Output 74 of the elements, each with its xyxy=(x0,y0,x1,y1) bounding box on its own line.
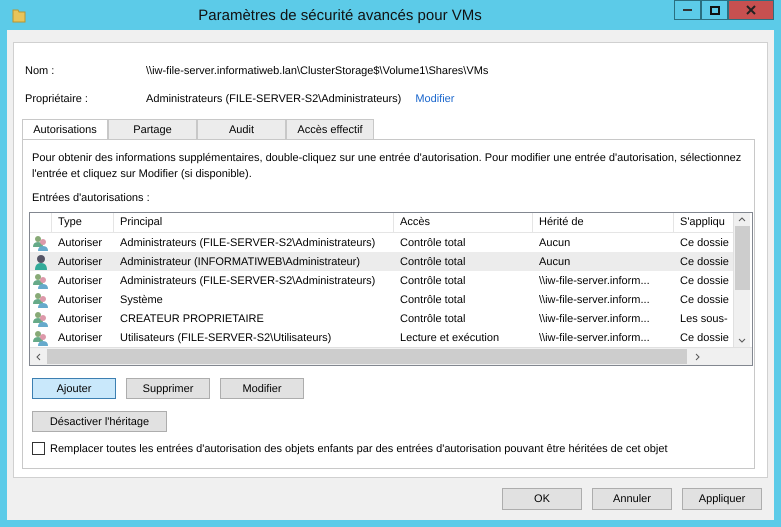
table-cell-text: Contrôle total xyxy=(399,274,466,286)
table-cell-text: Autoriser xyxy=(57,274,104,286)
table-cell-text: Contrôle total xyxy=(399,256,466,268)
dialog-button[interactable]: OK xyxy=(502,488,582,510)
checkbox[interactable] xyxy=(32,442,45,455)
dialog-button[interactable]: Appliquer xyxy=(682,488,762,510)
table-cell-text: Autoriser xyxy=(57,332,104,344)
table-cell-text: \\iw-file-server.inform... xyxy=(538,274,651,286)
column-header[interactable]: Hérité de xyxy=(533,213,674,232)
chevron-right-icon[interactable] xyxy=(695,352,700,360)
dialog-button[interactable]: Annuler xyxy=(592,488,672,510)
column-header[interactable]: Accès xyxy=(394,213,533,232)
name-label: Nom : xyxy=(25,65,56,77)
table-cell-text: Administrateur (INFORMATIWEB\Administrateur) xyxy=(119,256,362,268)
table-cell-text: Administrateurs (FILE-SERVER-S2\Administrateurs) xyxy=(119,274,376,286)
table-cell-text: Système xyxy=(119,294,164,306)
table-cell-text: Ce dossie xyxy=(679,294,730,306)
permission-row[interactable]: Autoriser Utilisateurs (FILE-SERVER-S2\Utilisateurs) Lecture et exécution \\iw-file-server.inform... Ce dossie xyxy=(30,328,733,347)
vertical-scrollbar[interactable] xyxy=(733,213,750,347)
permission-row[interactable]: Autoriser Administrateur (INFORMATIWEB\Administrateur) Contrôle total Aucun Ce dossie xyxy=(30,252,733,271)
column-header[interactable]: Type xyxy=(52,213,114,232)
table-cell-text: Utilisateurs (FILE-SERVER-S2\Utilisateurs) xyxy=(119,332,332,344)
entry-button[interactable]: Ajouter xyxy=(32,378,116,399)
folder-icon xyxy=(12,7,26,23)
table-cell-text: Contrôle total xyxy=(399,236,466,248)
chevron-left-icon[interactable] xyxy=(36,352,41,360)
table-cell-text: Ce dossie xyxy=(679,274,730,286)
modify-owner-link[interactable]: Modifier xyxy=(415,93,454,105)
entry-button[interactable]: Supprimer xyxy=(126,378,210,399)
name-value: \\iw-file-server.informatiweb.lan\ClusterStorage$\Volume1\Shares\VMs xyxy=(146,65,488,77)
entries-label: Entrées d'autorisations : xyxy=(31,192,151,206)
table-cell-text: Les sous- xyxy=(679,312,729,324)
table-cell-text: \\iw-file-server.inform... xyxy=(538,294,651,306)
table-cell-text: Contrôle total xyxy=(399,312,466,324)
permission-row[interactable]: Autoriser CREATEUR PROPRIETAIRE Contrôle total \\iw-file-server.inform... Les sous- xyxy=(30,309,733,328)
tab[interactable]: Partage xyxy=(108,119,197,140)
info-text: Pour obtenir des informations supplémentaires, double-cliquez sur une entrée d'autorisation. Pour modifier une entrée d'autorisation, sélectionnez l'entrée et cliquez sur Modifier (si disponible). xyxy=(31,151,742,182)
table-cell-text: Ce dossie xyxy=(679,236,730,248)
table-cell-text: Lecture et exécution xyxy=(399,332,500,344)
maximize-button[interactable] xyxy=(701,0,728,20)
table-cell-text: Ce dossie xyxy=(679,256,730,268)
window-title: Paramètres de sécurité avancés pour VMs xyxy=(197,6,483,24)
permission-row[interactable]: Autoriser Système Contrôle total \\iw-file-server.inform... Ce dossie xyxy=(30,290,733,309)
disable-inheritance-button[interactable]: Désactiver l'héritage xyxy=(32,411,167,432)
table-cell-text: Aucun xyxy=(538,256,572,268)
table-cell-text: \\iw-file-server.inform... xyxy=(538,332,651,344)
minimize-icon xyxy=(682,8,692,12)
table-cell-text: Autoriser xyxy=(57,294,104,306)
permission-row[interactable]: Autoriser Administrateurs (FILE-SERVER-S2\Administrateurs) Contrôle total Aucun Ce dossie xyxy=(30,233,733,252)
table-cell-text: Aucun xyxy=(538,236,572,248)
horizontal-scrollbar[interactable] xyxy=(30,347,752,365)
table-cell-text: Autoriser xyxy=(57,256,104,268)
owner-label: Propriétaire : xyxy=(25,93,89,105)
table-cell-text: Administrateurs (FILE-SERVER-S2\Administrateurs) xyxy=(119,236,376,248)
table-cell-text: Contrôle total xyxy=(399,294,466,306)
tab[interactable]: Accès effectif xyxy=(286,119,374,140)
tab[interactable]: Audit xyxy=(197,119,286,140)
owner-value: Administrateurs (FILE-SERVER-S2\Administrateurs) xyxy=(146,93,402,105)
maximize-icon xyxy=(710,6,720,14)
table-cell-text: \\iw-file-server.inform... xyxy=(538,312,651,324)
chevron-up-icon[interactable] xyxy=(738,217,746,222)
table-cell-text: Autoriser xyxy=(57,236,104,248)
column-header[interactable]: Principal xyxy=(114,213,394,232)
close-button[interactable] xyxy=(728,0,774,20)
entry-button[interactable]: Modifier xyxy=(220,378,304,399)
table-cell-text: Autoriser xyxy=(57,312,104,324)
minimize-button[interactable] xyxy=(674,0,701,20)
table-cell-text: CREATEUR PROPRIETAIRE xyxy=(119,312,265,324)
tab[interactable]: Autorisations xyxy=(22,119,108,140)
checkbox-label: Remplacer toutes les entrées d'autorisation des objets enfants par des entrées d'autorisation pouvant être héritées de cet objet xyxy=(50,442,668,454)
permission-row[interactable]: Autoriser Administrateurs (FILE-SERVER-S2\Administrateurs) Contrôle total \\iw-file-server.inform... Ce dossie xyxy=(30,271,733,290)
close-icon xyxy=(746,5,756,15)
table-cell-text: Ce dossie xyxy=(679,332,730,344)
chevron-down-icon[interactable] xyxy=(738,338,746,343)
